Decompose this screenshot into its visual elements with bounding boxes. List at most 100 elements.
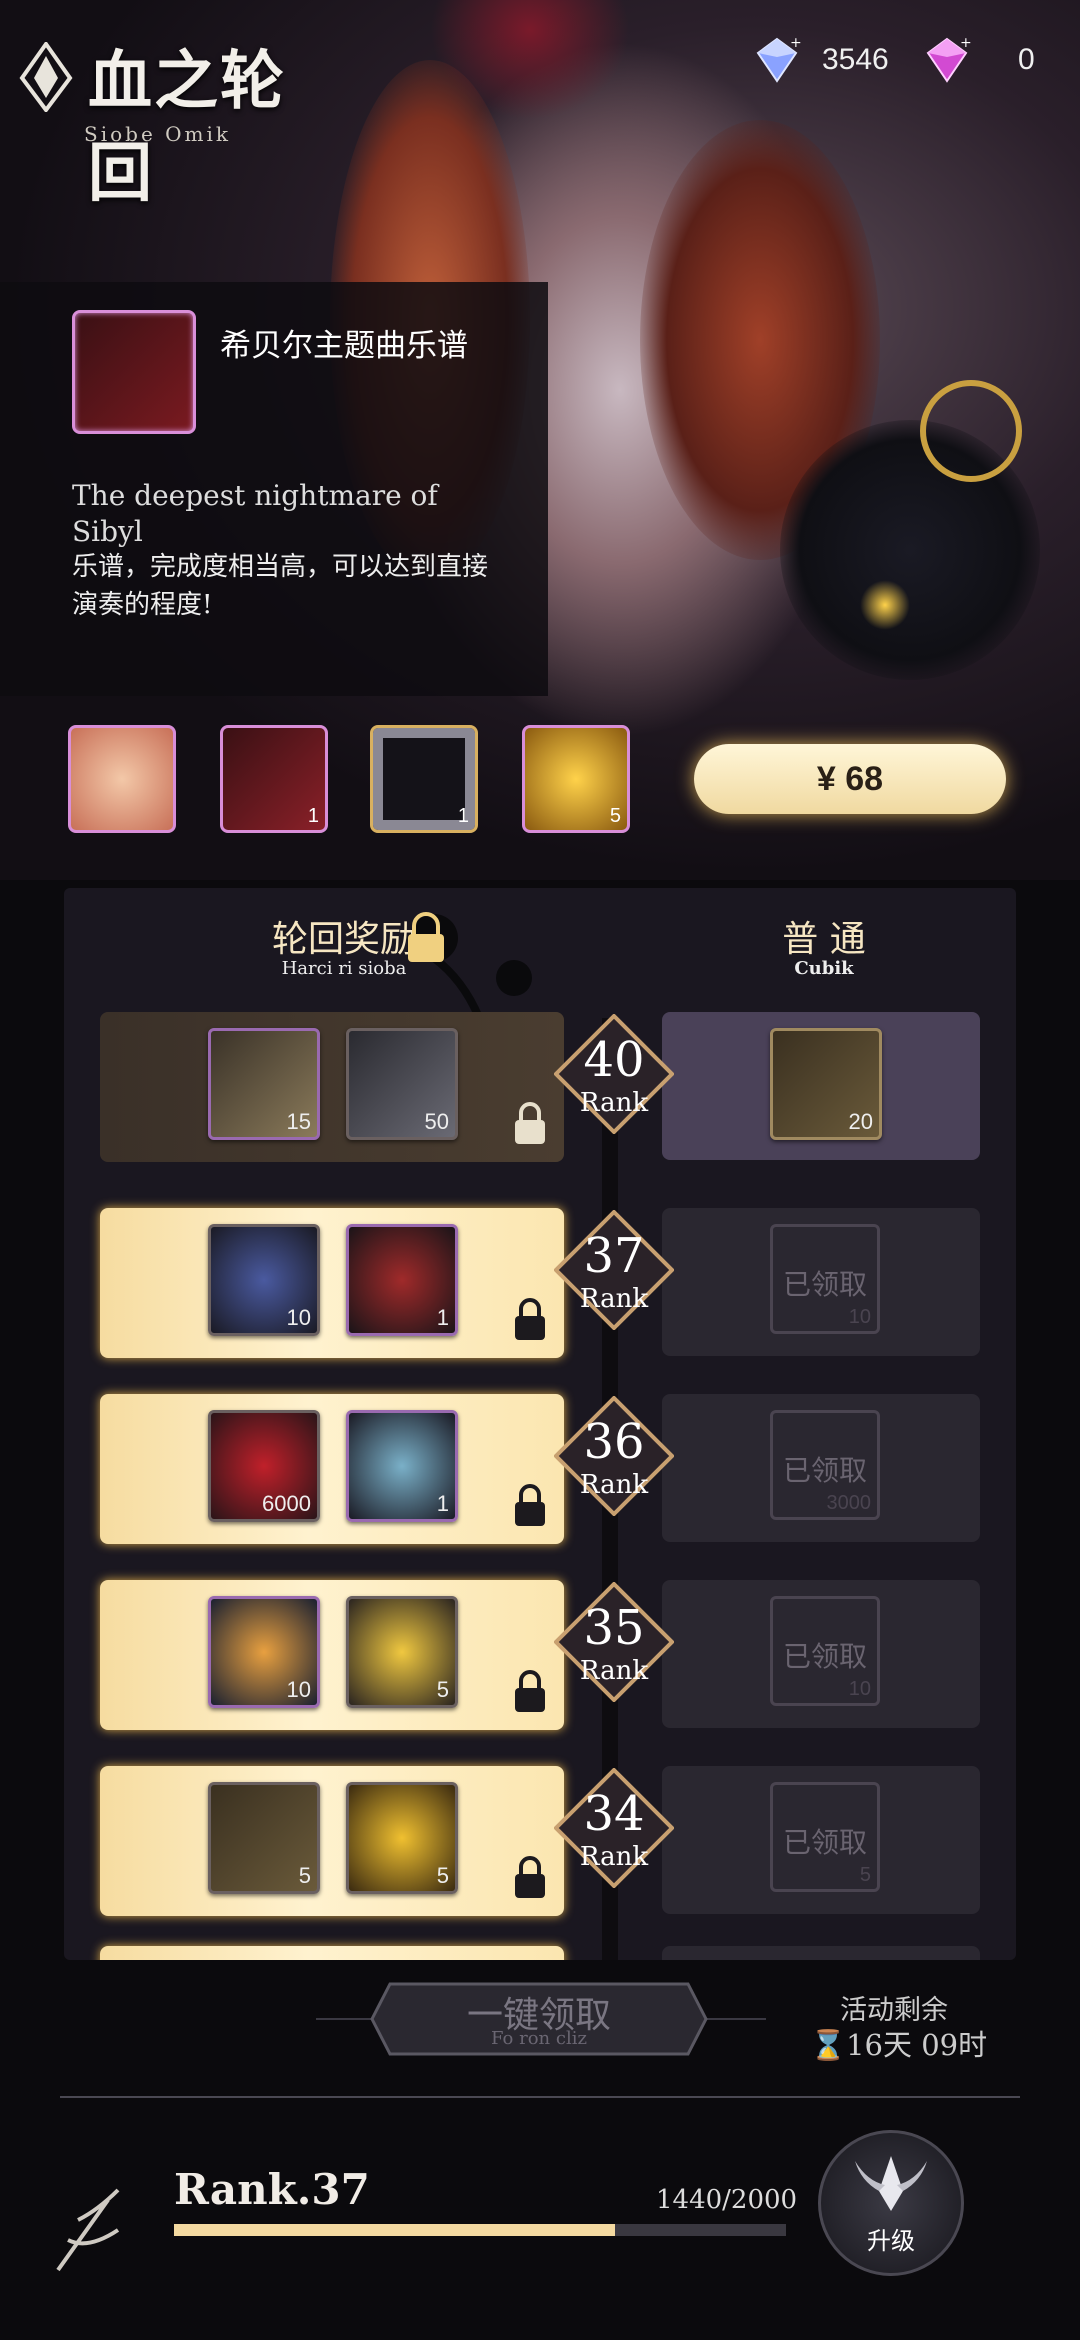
item-count: 5 (859, 1864, 871, 1886)
bronze-chest-icon[interactable]: 5 (208, 1782, 320, 1894)
normal-row-next (662, 1946, 980, 1960)
red-gem-icon[interactable]: 6000 (208, 1410, 320, 1522)
lock-icon (515, 1856, 545, 1898)
rank-label: Rank (579, 1656, 649, 1686)
pink-diamond-icon: + (926, 35, 972, 83)
item-count: 6000 (262, 1491, 311, 1516)
lock-icon (515, 1298, 545, 1340)
rank-label: Rank (579, 1470, 649, 1500)
currency-pink[interactable]: + 0 (922, 30, 1035, 90)
normal-track-subtitle: Cubik (794, 958, 854, 979)
rank-label: Rank (579, 1842, 649, 1872)
normal-row-37: 已领取 10 (662, 1208, 980, 1356)
purchase-button[interactable]: ¥ 68 (694, 744, 1006, 814)
premium-row-37[interactable]: 10 1 (100, 1208, 564, 1358)
claimed-label: 已领取 (782, 1640, 867, 1673)
claim-all-button[interactable]: 一键领取 Fo ron cliz (370, 1982, 708, 2056)
item-description-cn: 乐谱，完成度相当高，可以达到直接演奏的程度! (72, 552, 489, 620)
item-count: 5 (436, 1863, 449, 1888)
rank-number: 35 (583, 1600, 645, 1656)
item-count: 20 (848, 1109, 873, 1134)
rank-badge-35: 35 Rank (554, 1582, 674, 1702)
exp-value: 1440/2000 (656, 2185, 798, 2215)
item-count: 10 (848, 1306, 871, 1328)
svg-text:+: + (790, 35, 802, 51)
game-subtitle: Siobe Omik (84, 122, 232, 146)
normal-row-40[interactable]: 20 (662, 1012, 980, 1160)
lock-icon (515, 1102, 545, 1144)
claimed-slot: 已领取 5 (770, 1782, 880, 1892)
item-count: 10 (848, 1678, 871, 1700)
item-info-panel: 希贝尔主题曲乐谱 The deepest nightmare of Sibyl … (0, 282, 548, 696)
exp-progress-fill (174, 2224, 615, 2236)
rank-badge-40: 40 Rank (554, 1014, 674, 1134)
rank-badge-37: 37 Rank (554, 1210, 674, 1330)
claimed-slot: 已领取 3000 (770, 1410, 880, 1520)
item-count: 1 (436, 1491, 449, 1516)
crystal-emblem-icon (19, 42, 73, 112)
premium-row-40[interactable]: 15 50 (100, 1012, 564, 1162)
item-name: 希贝尔主题曲乐谱 (220, 328, 468, 364)
reward-preview-3[interactable]: 1 (370, 725, 478, 833)
hourglass-icon: ⌛ (810, 2028, 847, 2062)
claimed-slot: 已领取 10 (770, 1224, 880, 1334)
normal-track-title: 普 通 (782, 919, 866, 960)
footer-divider (60, 2096, 1020, 2098)
remaining-time-text: 16天 09时 (846, 2028, 988, 2062)
exp-progress-bar (174, 2224, 786, 2236)
item-count: 5 (298, 1863, 311, 1888)
music-book-icon (72, 310, 196, 434)
rank-number: 34 (583, 1786, 645, 1842)
blue-diamond-icon: + (756, 35, 802, 83)
item-count: 1 (436, 1305, 449, 1330)
lock-icon (515, 1484, 545, 1526)
rank-number: 40 (583, 1032, 645, 1088)
reward-count: 5 (609, 805, 621, 827)
premium-row-34[interactable]: 5 5 (100, 1766, 564, 1916)
spiked-orb-icon[interactable]: 10 (208, 1224, 320, 1336)
current-rank: Rank.37 (174, 2165, 370, 2214)
lock-icon (408, 912, 444, 962)
reward-preview-4[interactable]: 5 (522, 725, 630, 833)
currency-blue-value: 3546 (822, 43, 889, 76)
claimed-label: 已领取 (782, 1454, 867, 1487)
upgrade-label: 升级 (867, 2227, 915, 2255)
upgrade-button[interactable]: 升级 (818, 2130, 964, 2276)
claim-all-sublabel: Fo ron cliz (491, 2028, 587, 2049)
reward-count: 1 (307, 805, 319, 827)
premium-row-35[interactable]: 10 5 (100, 1580, 564, 1730)
claimed-slot: 已领取 10 (770, 1596, 880, 1706)
item-count: 10 (286, 1305, 311, 1330)
lock-icon (515, 1670, 545, 1712)
rank-badge-34: 34 Rank (554, 1768, 674, 1888)
rank-label: Rank (579, 1284, 649, 1314)
glowing-orb-icon[interactable]: 10 (208, 1596, 320, 1708)
item-count: 50 (424, 1109, 449, 1134)
reward-count: 1 (457, 805, 469, 827)
svg-text:+: + (960, 35, 972, 51)
bronze-chest-icon[interactable]: 20 (770, 1028, 882, 1140)
game-logo: 血之轮回 Siobe Omik (18, 30, 348, 211)
rank-label: Rank (579, 1088, 649, 1118)
rose-emblem-icon (56, 2188, 120, 2272)
item-description-en: The deepest nightmare of Sibyl (72, 479, 438, 548)
silver-chest-icon[interactable]: 50 (346, 1028, 458, 1140)
reward-preview-2[interactable]: 1 (220, 725, 328, 833)
premium-row-36[interactable]: 6000 1 (100, 1394, 564, 1544)
clock-rune-icon[interactable]: 1 (346, 1224, 458, 1336)
currency-blue[interactable]: + 3546 (752, 30, 889, 90)
item-count: 5 (436, 1677, 449, 1702)
rank-number: 37 (583, 1228, 645, 1284)
item-count: 3000 (826, 1492, 872, 1514)
blue-crystal-icon[interactable]: 1 (346, 1410, 458, 1522)
rank-rewards-panel[interactable]: 轮回奖励 Harci ri sioba 普 通 Cubik 15 50 20 4… (64, 888, 1016, 1960)
ticket-icon[interactable]: 15 (208, 1028, 320, 1140)
item-count: 10 (286, 1677, 311, 1702)
normal-row-35: 已领取 10 (662, 1580, 980, 1728)
premium-row-next (100, 1946, 564, 1960)
claimed-label: 已领取 (782, 1268, 867, 1301)
claimed-label: 已领取 (782, 1826, 867, 1859)
gold-cube-icon[interactable]: 5 (346, 1782, 458, 1894)
reward-preview-1[interactable] (68, 725, 176, 833)
gold-crown-icon[interactable]: 5 (346, 1596, 458, 1708)
